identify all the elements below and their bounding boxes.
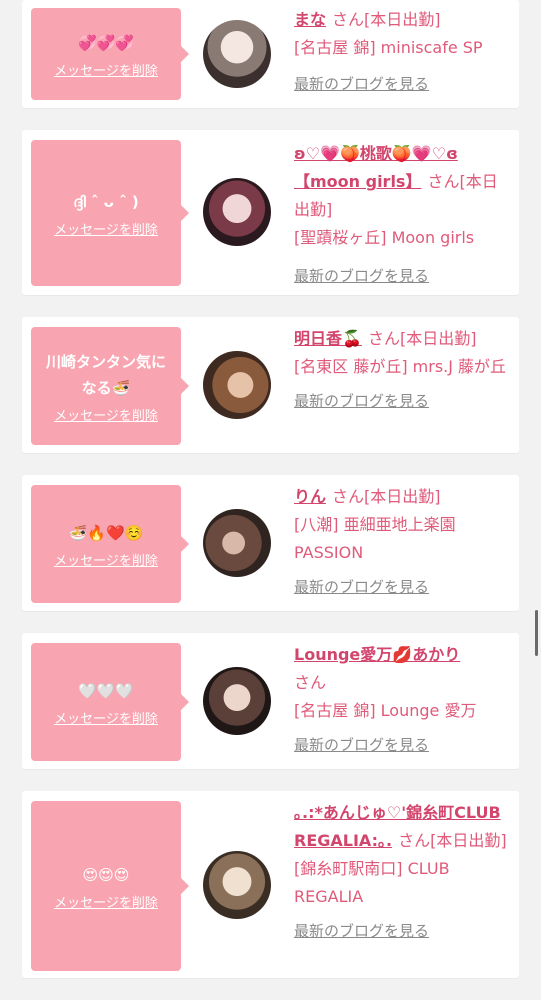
shop-name: [名古屋 錦] miniscafe SP	[294, 38, 483, 57]
message-text: 😍😍😍	[82, 865, 130, 884]
honorific: さん	[427, 172, 460, 191]
status-text: [本日出勤]	[364, 487, 441, 506]
message-bubble: 川崎タンタン気になる🍜 メッセージを削除	[31, 327, 189, 445]
honorific: さん	[294, 673, 327, 692]
shop-name: [名古屋 錦] Lounge 愛万	[294, 701, 477, 720]
avatar[interactable]	[203, 178, 271, 246]
delete-message-link[interactable]: メッセージを削除	[54, 219, 158, 238]
delete-message-link[interactable]: メッセージを削除	[54, 405, 158, 424]
shop-name: [錦糸町駅南口] CLUB REGALIA	[294, 859, 450, 906]
message-card: 😍😍😍 メッセージを削除 ｡.:*あんじゅ♡'錦糸町CLUB REGALIA:｡…	[22, 791, 519, 978]
latest-blog-link[interactable]: 最新のブログを見る	[294, 70, 512, 98]
entry-info: りん さん[本日出勤] [八潮] 亜細亜地上楽園PASSION 最新のブログを見る	[294, 483, 512, 601]
entry-info: ʚ♡💗🍑桃歌🍑💗♡ɞ【moon girls】 さん[本日出勤] [聖蹟桜ヶ丘] M…	[294, 140, 512, 290]
girl-name-link[interactable]: Lounge愛万💋あかり	[294, 645, 460, 664]
message-bubble: 🍜🔥❤️☺️ メッセージを削除	[31, 485, 189, 603]
shop-name: [八潮] 亜細亜地上楽園PASSION	[294, 515, 456, 562]
message-card: 🤍🤍🤍 メッセージを削除 Lounge愛万💋あかり さん [名古屋 錦] Lou…	[22, 633, 519, 769]
message-card: 🍜🔥❤️☺️ メッセージを削除 りん さん[本日出勤] [八潮] 亜細亜地上楽園P…	[22, 475, 519, 611]
honorific: さん	[398, 831, 431, 850]
girl-name-link[interactable]: 明日香🍒	[294, 329, 362, 348]
shop-name: [名東区 藤が丘] mrs.J 藤が丘	[294, 357, 507, 376]
honorific: さん	[332, 10, 365, 29]
avatar[interactable]	[203, 851, 271, 919]
honorific: さん	[332, 487, 365, 506]
status-text: [本日出勤]	[364, 10, 441, 29]
message-card: 川崎タンタン気になる🍜 メッセージを削除 明日香🍒 さん[本日出勤] [名東区 藤…	[22, 317, 519, 453]
message-card: 💞💞💞 メッセージを削除 まな さん[本日出勤] [名古屋 錦] miniscaf…	[22, 0, 519, 108]
entry-info: Lounge愛万💋あかり さん [名古屋 錦] Lounge 愛万 最新のブログ…	[294, 641, 512, 759]
status-text: [本日出勤]	[399, 329, 477, 348]
avatar[interactable]	[203, 667, 271, 735]
message-bubble: 😍😍😍 メッセージを削除	[31, 801, 189, 971]
message-bubble: 🤍🤍🤍 メッセージを削除	[31, 643, 189, 761]
entry-info: 明日香🍒 さん[本日出勤] [名東区 藤が丘] mrs.J 藤が丘 最新のブログを…	[294, 325, 512, 415]
avatar[interactable]	[203, 509, 271, 577]
girl-name-link[interactable]: まな	[294, 10, 326, 29]
shop-name: [聖蹟桜ヶ丘] Moon girls	[294, 228, 475, 247]
girl-name-link[interactable]: りん	[294, 487, 326, 506]
entry-info: ｡.:*あんじゅ♡'錦糸町CLUB REGALIA:｡. さん[本日出勤] [錦糸…	[294, 799, 512, 945]
delete-message-link[interactable]: メッセージを削除	[54, 550, 158, 569]
latest-blog-link[interactable]: 最新のブログを見る	[294, 387, 512, 415]
delete-message-link[interactable]: メッセージを削除	[54, 708, 158, 727]
message-text: ദ്ദി ˆ ᴗ ˆ )	[73, 192, 139, 211]
latest-blog-link[interactable]: 最新のブログを見る	[294, 917, 512, 945]
latest-blog-link[interactable]: 最新のブログを見る	[294, 262, 512, 290]
delete-message-link[interactable]: メッセージを削除	[54, 892, 158, 911]
delete-message-link[interactable]: メッセージを削除	[54, 60, 158, 79]
latest-blog-link[interactable]: 最新のブログを見る	[294, 573, 512, 601]
message-text: 🤍🤍🤍	[77, 681, 135, 700]
message-text: 🍜🔥❤️☺️	[68, 523, 144, 542]
latest-blog-link[interactable]: 最新のブログを見る	[294, 731, 512, 759]
message-bubble: ദ്ദി ˆ ᴗ ˆ ) メッセージを削除	[31, 140, 189, 286]
status-text: [本日出勤]	[430, 831, 507, 850]
message-text: 💞💞💞	[77, 33, 135, 52]
avatar[interactable]	[203, 20, 271, 88]
avatar[interactable]	[203, 351, 271, 419]
message-text: 川崎タンタン気になる🍜	[45, 352, 166, 397]
honorific: さん	[367, 329, 400, 348]
entry-info: まな さん[本日出勤] [名古屋 錦] miniscafe SP 最新のブログを見…	[294, 6, 512, 98]
message-bubble: 💞💞💞 メッセージを削除	[31, 8, 189, 100]
message-card: ദ്ദി ˆ ᴗ ˆ ) メッセージを削除 ʚ♡💗🍑桃歌🍑💗♡ɞ【moon gi…	[22, 130, 519, 295]
scrollbar[interactable]	[535, 610, 538, 656]
